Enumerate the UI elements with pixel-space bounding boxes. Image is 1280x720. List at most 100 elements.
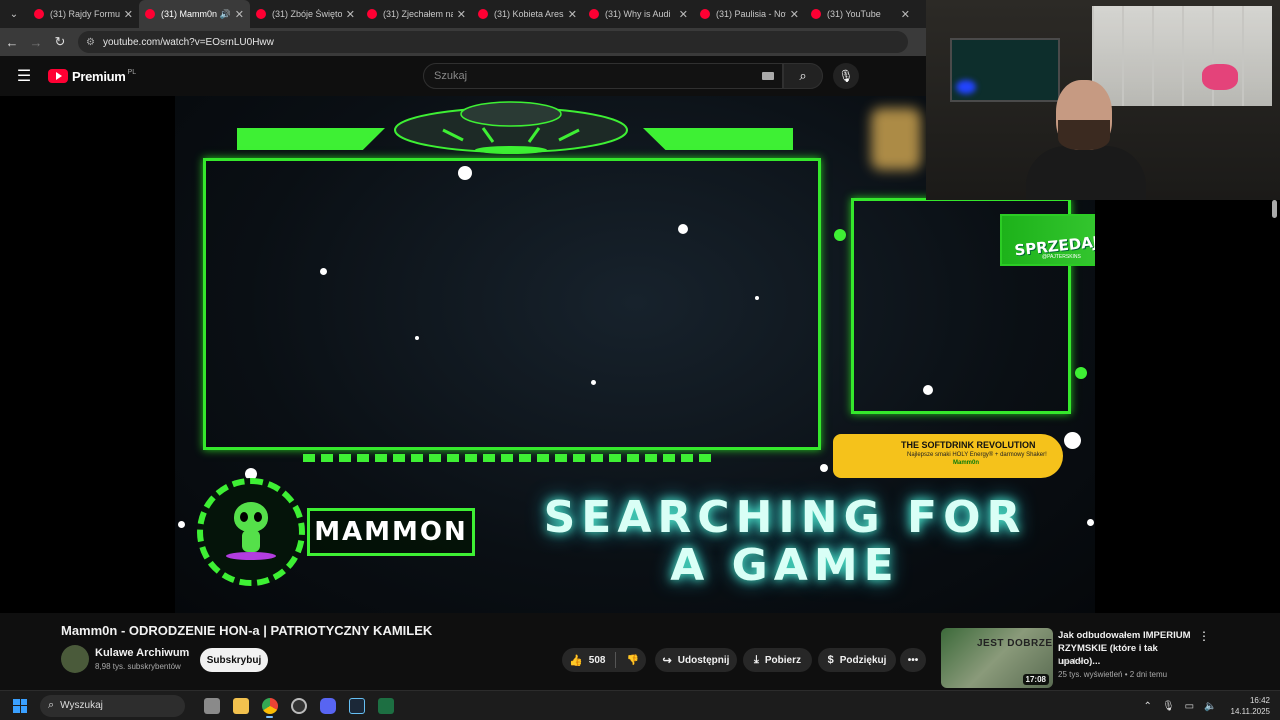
- search-icon: ⌕: [799, 68, 807, 83]
- close-tab-icon[interactable]: ✕: [901, 8, 910, 21]
- streamer-person: [1026, 80, 1146, 200]
- search-icon: ⌕: [48, 699, 55, 711]
- browser-tab[interactable]: (31) Zjechałem na ✕: [361, 0, 472, 28]
- chrome-icon[interactable]: [255, 693, 284, 719]
- ufo-graphic: [394, 101, 628, 154]
- youtube-header: ☰ Premium PL Szukaj ⌕ 🎙: [0, 56, 926, 96]
- close-tab-icon[interactable]: ✕: [124, 8, 133, 21]
- youtube-favicon-icon: [34, 9, 44, 19]
- frame-tab-decoration: [643, 128, 793, 150]
- subscriber-count: 8,98 tys. subskrybentów: [95, 662, 181, 671]
- screen: ⌄ (31) Rajdy Formuł ✕ (31) Mamm0n 🔊 ✕ (31) …: [0, 0, 1280, 720]
- close-tab-icon[interactable]: ✕: [679, 8, 688, 21]
- browser-tab[interactable]: (31) Rajdy Formuł ✕: [28, 0, 139, 28]
- chevron-up-icon[interactable]: ⌃: [1144, 701, 1152, 712]
- site-info-icon[interactable]: ⚙: [86, 37, 95, 48]
- obs-icon[interactable]: [284, 693, 313, 719]
- voice-search-button[interactable]: 🎙: [833, 63, 859, 89]
- browser-tab[interactable]: (31) YouTube ✕: [805, 0, 916, 28]
- alien-logo: [197, 478, 305, 586]
- close-tab-icon[interactable]: ✕: [457, 8, 466, 21]
- close-tab-icon[interactable]: ✕: [346, 8, 355, 21]
- youtube-favicon-icon: [145, 9, 155, 19]
- reload-icon[interactable]: ↻: [48, 30, 72, 54]
- browser-tab-active[interactable]: (31) Mamm0n 🔊 ✕: [139, 0, 250, 28]
- drink-ad-banner: THE SOFTDRINK REVOLUTION Najlepsze smaki…: [833, 434, 1063, 478]
- star-decoration: [178, 521, 185, 528]
- display-icon[interactable]: ▭: [1185, 701, 1194, 712]
- frame-node-decoration: [1075, 367, 1087, 379]
- microphone-icon: 🎙: [838, 69, 854, 83]
- star-decoration: [1064, 432, 1081, 449]
- channel-avatar[interactable]: [61, 645, 89, 673]
- star-decoration: [820, 464, 828, 472]
- subscribe-button[interactable]: Subskrybuj: [200, 648, 268, 672]
- discord-icon[interactable]: [313, 693, 342, 719]
- pink-object: [1202, 64, 1238, 90]
- recommended-meta: 25 tys. wyświetleń • 2 dni temu: [1058, 670, 1168, 679]
- microphone-icon[interactable]: 🎙: [1162, 701, 1175, 712]
- webcam-overlay: [926, 0, 1280, 200]
- dollar-heart-icon: $: [827, 654, 834, 666]
- close-tab-icon[interactable]: ✕: [568, 8, 577, 21]
- thumbs-up-icon[interactable]: 👍: [569, 654, 583, 667]
- star-decoration: [1087, 519, 1094, 526]
- taskbar-search[interactable]: ⌕ Wyszukaj: [40, 694, 185, 717]
- close-tab-icon[interactable]: ✕: [790, 8, 799, 21]
- youtube-logo[interactable]: Premium PL: [48, 69, 136, 84]
- system-tray: ⌃ 🎙 ▭ 🔈 16:42 14.11.2025: [1134, 691, 1270, 720]
- keyboard-icon[interactable]: [762, 72, 774, 80]
- youtube-play-icon: [48, 69, 68, 83]
- browser-tab[interactable]: (31) Kobieta Aresz ✕: [472, 0, 583, 28]
- search-button[interactable]: ⌕: [783, 63, 823, 89]
- like-count[interactable]: 508: [589, 655, 606, 666]
- youtube-favicon-icon: [478, 9, 488, 19]
- file-explorer-icon[interactable]: [226, 693, 255, 719]
- download-icon: ⤓: [754, 653, 759, 666]
- close-tab-icon[interactable]: ✕: [235, 8, 244, 21]
- browser-tab[interactable]: (31) Zbóje Święto ✕: [250, 0, 361, 28]
- more-horizontal-icon: •••: [907, 654, 919, 666]
- video-info-section: Mamm0n - ODRODZENIE HON-a | PATRIOTYCZNY…: [0, 613, 1280, 690]
- youtube-favicon-icon: [367, 9, 377, 19]
- page-scrollbar[interactable]: [1272, 200, 1277, 218]
- thanks-button[interactable]: $ Podziękuj: [818, 648, 896, 672]
- gameplay-frame: [203, 158, 821, 450]
- status-overlay-text: SEARCHING FOR A GAME: [543, 492, 1027, 591]
- steam-icon[interactable]: [342, 693, 371, 719]
- tab-search-chevron-icon[interactable]: ⌄: [0, 0, 28, 28]
- speaker-icon[interactable]: 🔊: [220, 9, 231, 20]
- url-text: youtube.com/watch?v=EOsrnLU0Hww: [102, 36, 274, 48]
- share-button[interactable]: ↪ Udostępnij: [655, 648, 737, 672]
- channel-name[interactable]: Kulawe Archiwum: [95, 647, 189, 659]
- excel-icon[interactable]: [371, 693, 400, 719]
- verified-icon: ✔: [1077, 657, 1085, 666]
- more-actions-button[interactable]: •••: [900, 648, 926, 672]
- blurred-image: [871, 108, 921, 170]
- browser-tab[interactable]: (31) Why is Audi ✕: [583, 0, 694, 28]
- search-input[interactable]: Szukaj: [423, 63, 783, 89]
- youtube-favicon-icon: [811, 9, 821, 19]
- recommended-video-thumbnail[interactable]: JEST DOBRZE 17:08: [941, 628, 1053, 688]
- browser-tab[interactable]: (31) Paulisia - Nov ✕: [694, 0, 805, 28]
- clock[interactable]: 16:42 14.11.2025: [1231, 695, 1270, 717]
- recommended-channel[interactable]: Lutel ✔: [1058, 657, 1084, 666]
- url-field[interactable]: ⚙ youtube.com/watch?v=EOsrnLU0Hww: [78, 31, 908, 53]
- video-title: Mamm0n - ODRODZENIE HON-a | PATRIOTYCZNY…: [61, 623, 433, 638]
- youtube-favicon-icon: [700, 9, 710, 19]
- task-view-icon[interactable]: [197, 693, 226, 719]
- hamburger-menu-icon[interactable]: ☰: [0, 66, 48, 86]
- volume-icon[interactable]: 🔈: [1204, 701, 1216, 712]
- youtube-favicon-icon: [589, 9, 599, 19]
- alien-icon: [226, 502, 276, 562]
- share-icon: ↪: [662, 654, 672, 667]
- streamer-name-plate: MAMMON: [307, 508, 475, 556]
- forward-arrow-icon[interactable]: →: [24, 30, 48, 54]
- more-vertical-icon[interactable]: ⋮: [1198, 629, 1210, 643]
- back-arrow-icon[interactable]: ←: [0, 30, 24, 54]
- download-button[interactable]: ⤓ Pobierz: [743, 648, 812, 672]
- windows-taskbar: ⌕ Wyszukaj ⌃ 🎙 ▭ 🔈 16:42 14.11.2025: [0, 690, 1280, 720]
- start-button[interactable]: [0, 698, 40, 713]
- thumbs-down-icon[interactable]: 👎: [626, 655, 638, 666]
- skins-ad-banner: SPRZEDAJ SWOJE SKINY @PAJTERSKINS: [1000, 214, 1095, 266]
